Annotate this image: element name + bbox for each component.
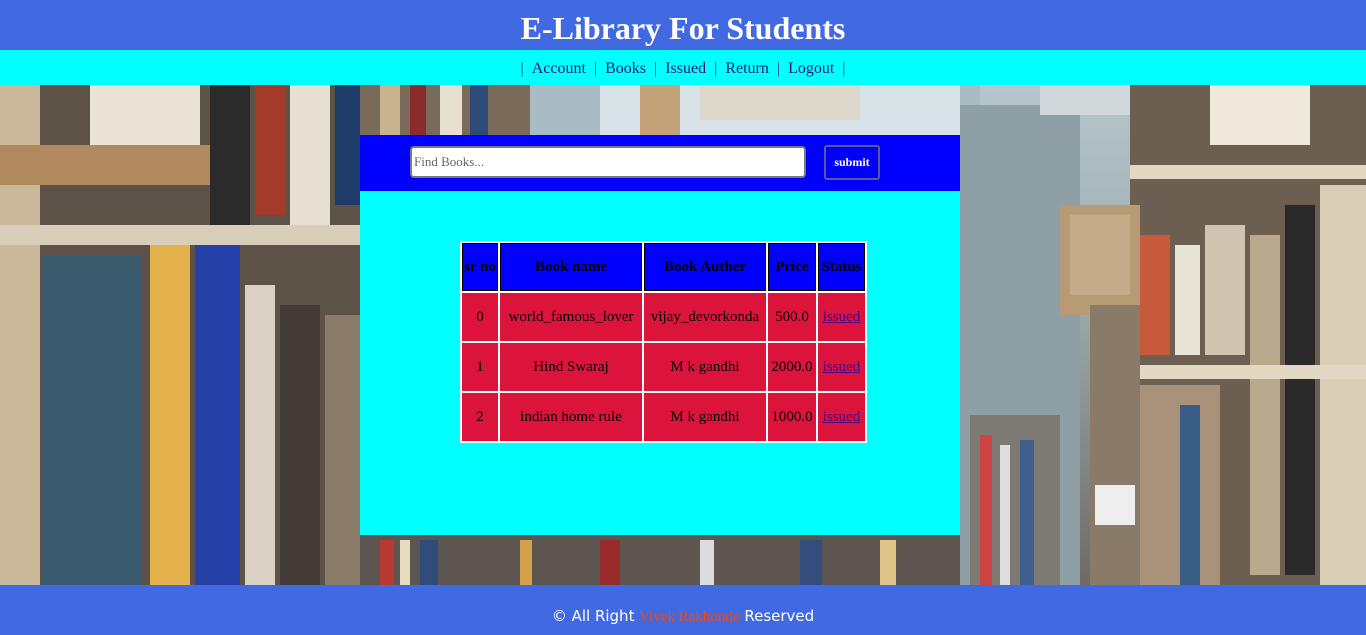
search-bar: submit	[360, 135, 960, 191]
nav-separator: |	[593, 60, 598, 77]
books-panel: submit sr no Book name Book Auther Price…	[360, 135, 960, 535]
cell-book-name: Hind Swaraj	[500, 343, 642, 391]
nav-separator: |	[520, 60, 524, 77]
column-header-status: Status	[818, 243, 865, 291]
column-header-price: Price	[768, 243, 816, 291]
cell-book-author: vijay_devorkonda	[644, 293, 766, 341]
books-table: sr no Book name Book Auther Price Status…	[460, 241, 867, 443]
nav-separator: |	[714, 60, 718, 77]
nav-separator: |	[842, 60, 846, 77]
main-nav: | Account | Books | Issued | Return | Logout |	[0, 50, 1366, 85]
site-title: E-Library For Students	[520, 10, 846, 46]
nav-item-return[interactable]: Return	[725, 60, 769, 77]
search-input[interactable]	[410, 146, 806, 178]
nav-separator: |	[654, 60, 658, 77]
footer-copyright: © All Right	[551, 607, 635, 625]
table-header-row: sr no Book name Book Auther Price Status	[462, 243, 865, 291]
cell-price: 1000.0	[768, 393, 816, 441]
cell-book-author: M k gandhi	[644, 393, 766, 441]
site-header: E-Library For Students	[0, 0, 1366, 50]
cell-sr-no: 0	[462, 293, 498, 341]
footer-reserved: Reserved	[744, 607, 815, 625]
issued-link[interactable]: issued	[823, 309, 861, 325]
cell-status: issued	[818, 293, 865, 341]
cell-price: 2000.0	[768, 343, 816, 391]
site-footer: © All Right Vivek Rakhonde Reserved	[0, 585, 1366, 635]
cell-status: issued	[818, 393, 865, 441]
footer-author: Vivek Rakhonde	[639, 609, 740, 625]
issued-link[interactable]: issued	[823, 359, 861, 375]
submit-button[interactable]: submit	[824, 145, 880, 180]
column-header-book-name: Book name	[500, 243, 642, 291]
issued-link[interactable]: issued	[823, 409, 861, 425]
cell-price: 500.0	[768, 293, 816, 341]
cell-sr-no: 2	[462, 393, 498, 441]
table-row: 0 world_famous_lover vijay_devorkonda 50…	[462, 293, 865, 341]
nav-item-issued[interactable]: Issued	[665, 60, 706, 77]
cell-book-author: M k gandhi	[644, 343, 766, 391]
cell-status: issued	[818, 343, 865, 391]
table-row: 1 Hind Swaraj M k gandhi 2000.0 issued	[462, 343, 865, 391]
column-header-book-author: Book Auther	[644, 243, 766, 291]
nav-item-books[interactable]: Books	[605, 60, 646, 77]
nav-item-account[interactable]: Account	[532, 60, 586, 77]
nav-item-logout[interactable]: Logout	[788, 60, 834, 77]
nav-separator: |	[776, 60, 781, 77]
cell-book-name: indian home rule	[500, 393, 642, 441]
table-row: 2 indian home rule M k gandhi 1000.0 iss…	[462, 393, 865, 441]
cell-sr-no: 1	[462, 343, 498, 391]
cell-book-name: world_famous_lover	[500, 293, 642, 341]
column-header-sr-no: sr no	[462, 243, 498, 291]
